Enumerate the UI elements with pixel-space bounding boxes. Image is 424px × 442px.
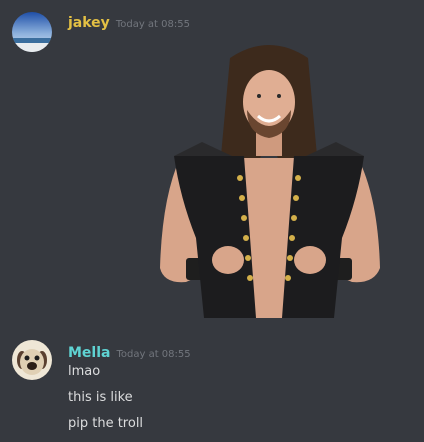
message-text: this is like — [68, 390, 133, 405]
image-attachment[interactable] — [152, 38, 386, 318]
message-group-mella: Mella Today at 08:55 lmao this is like pi… — [0, 330, 424, 442]
wrestler-photo-image — [160, 45, 380, 318]
message-header: jakey Today at 08:55 — [68, 12, 190, 31]
message-group-jakey: jakey Today at 08:55 — [0, 0, 424, 330]
timestamp[interactable]: Today at 08:55 — [116, 349, 190, 360]
message-text: pip the troll — [68, 416, 144, 431]
cartoon-dog-avatar-icon — [12, 340, 52, 380]
message-header: Mella Today at 08:55 — [68, 342, 191, 361]
user-avatar-jakey[interactable] — [12, 12, 52, 52]
user-avatar-mella[interactable] — [12, 340, 52, 380]
username-jakey[interactable]: jakey — [68, 15, 110, 31]
username-mella[interactable]: Mella — [68, 345, 110, 361]
ocean-horizon-avatar-icon — [12, 12, 52, 52]
message-text: lmao — [68, 364, 101, 379]
timestamp[interactable]: Today at 08:55 — [116, 19, 190, 30]
